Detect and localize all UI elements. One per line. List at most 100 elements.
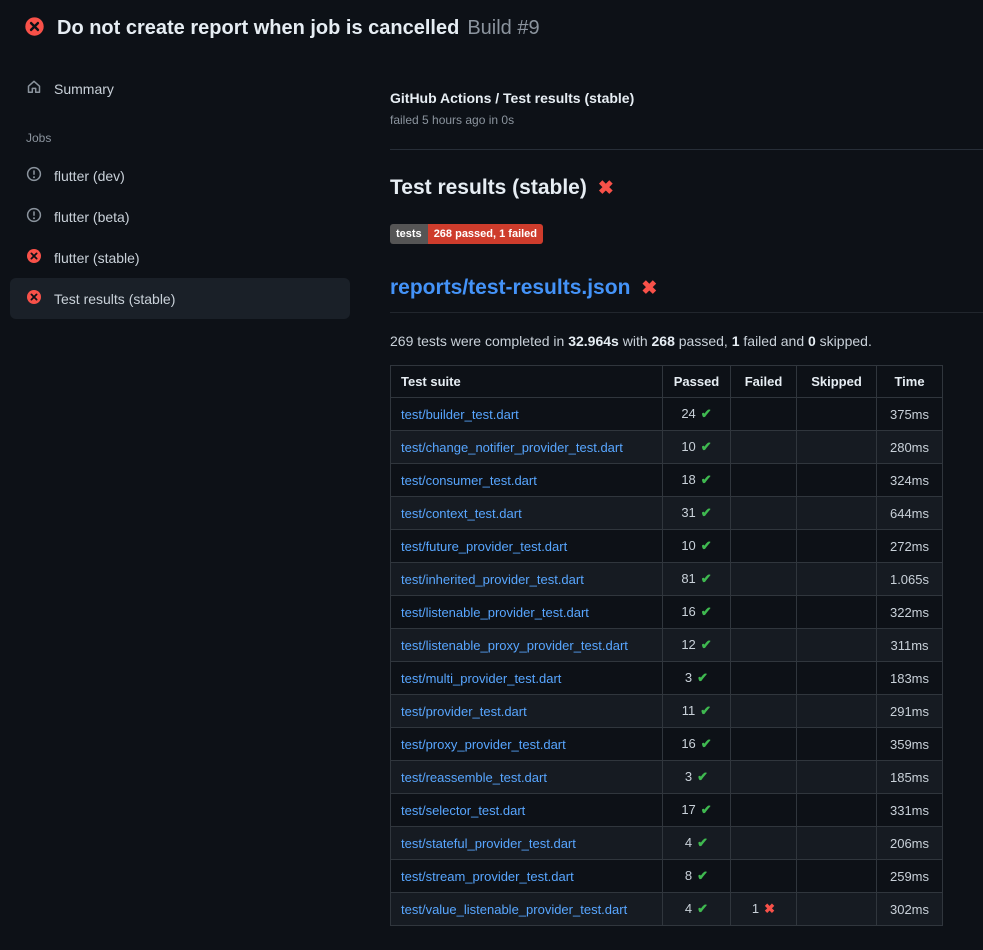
sidebar-job-label: flutter (beta) (54, 209, 129, 225)
time-cell: 280ms (877, 431, 943, 464)
sidebar-job-label: flutter (stable) (54, 250, 140, 266)
sidebar-item-flutter-beta[interactable]: flutter (beta) (10, 196, 350, 237)
time-cell: 302ms (877, 893, 943, 926)
time-cell: 324ms (877, 464, 943, 497)
test-suite-link[interactable]: test/proxy_provider_test.dart (401, 737, 566, 752)
suite-cell: test/consumer_test.dart (391, 464, 663, 497)
suite-cell: test/change_notifier_provider_test.dart (391, 431, 663, 464)
test-suite-link[interactable]: test/future_provider_test.dart (401, 539, 567, 554)
section-title: Test results (stable) ✖ (390, 176, 983, 200)
count-value: 4 (685, 901, 692, 916)
sidebar-job-label: Test results (stable) (54, 291, 175, 307)
failed-cell (731, 794, 797, 827)
passed-cell: 8✔ (663, 860, 731, 893)
summary-duration: 32.964s (568, 333, 619, 349)
check-icon: ✔ (701, 472, 712, 487)
table-row: test/stream_provider_test.dart 8✔ 259ms (391, 860, 943, 893)
time-cell: 359ms (877, 728, 943, 761)
failed-cell (731, 662, 797, 695)
time-cell: 185ms (877, 761, 943, 794)
test-suite-link[interactable]: test/provider_test.dart (401, 704, 527, 719)
table-row: test/provider_test.dart11✔291ms (391, 695, 943, 728)
passed-cell: 12✔ (663, 629, 731, 662)
suite-cell: test/context_test.dart (391, 497, 663, 530)
test-suite-link[interactable]: test/selector_test.dart (401, 803, 525, 818)
sidebar-item-flutter-dev[interactable]: flutter (dev) (10, 155, 350, 196)
test-suite-link[interactable]: test/multi_provider_test.dart (401, 671, 561, 686)
test-suite-link[interactable]: test/stream_provider_test.dart (401, 869, 574, 884)
suite-cell: test/selector_test.dart (391, 794, 663, 827)
sidebar-item-summary[interactable]: Summary (10, 68, 350, 109)
count-value: 16 (681, 736, 695, 751)
count-value: 17 (681, 802, 695, 817)
table-row: test/change_notifier_provider_test.dart 1… (391, 431, 943, 464)
column-header-test-suite: Test suite (391, 366, 663, 398)
suite-cell: test/listenable_proxy_provider_test.dart (391, 629, 663, 662)
table-row: test/stateful_provider_test.dart4✔206ms (391, 827, 943, 860)
failed-cell (731, 695, 797, 728)
check-icon: ✔ (697, 670, 708, 685)
skipped-cell (797, 398, 877, 431)
sidebar-item-test-results-stable[interactable]: Test results (stable) (10, 278, 350, 319)
passed-cell: 31✔ (663, 497, 731, 530)
passed-cell: 3✔ (663, 761, 731, 794)
summary-mid2: passed, (675, 333, 732, 349)
passed-cell: 4✔ (663, 893, 731, 926)
failed-cell (731, 860, 797, 893)
exclamation-circle-icon (26, 207, 42, 226)
passed-cell: 11 ✔ (663, 695, 731, 728)
count-value: 10 (681, 439, 695, 454)
sidebar-item-flutter-stable[interactable]: flutter (stable) (10, 237, 350, 278)
suite-cell: test/future_provider_test.dart (391, 530, 663, 563)
skipped-cell (797, 431, 877, 464)
results-table: Test suite Passed Failed Skipped Time te… (390, 365, 943, 926)
report-link[interactable]: reports/test-results.json (390, 276, 630, 300)
test-suite-link[interactable]: test/inherited_provider_test.dart (401, 572, 584, 587)
table-row: test/reassemble_test.dart 3✔ 185ms (391, 761, 943, 794)
test-suite-link[interactable]: test/stateful_provider_test.dart (401, 836, 576, 851)
count-value: 31 (681, 505, 695, 520)
summary-prefix: 269 tests were completed in (390, 333, 568, 349)
test-suite-link[interactable]: test/context_test.dart (401, 506, 522, 521)
status-line: failed 5 hours ago in 0s (390, 113, 983, 127)
time-cell: 259ms (877, 860, 943, 893)
check-icon: ✔ (700, 703, 711, 718)
table-row: test/proxy_provider_test.dart 16 ✔ 359ms (391, 728, 943, 761)
header: Do not create report when job is cancell… (0, 0, 983, 50)
test-suite-link[interactable]: test/consumer_test.dart (401, 473, 537, 488)
suite-cell: test/listenable_provider_test.dart (391, 596, 663, 629)
time-cell: 183ms (877, 662, 943, 695)
time-cell: 322ms (877, 596, 943, 629)
suite-cell: test/proxy_provider_test.dart (391, 728, 663, 761)
failed-cell (731, 596, 797, 629)
skipped-cell (797, 464, 877, 497)
count-value: 11 (682, 703, 696, 718)
time-cell: 644ms (877, 497, 943, 530)
test-suite-link[interactable]: test/value_listenable_provider_test.dart (401, 902, 627, 917)
count-value: 18 (681, 472, 695, 487)
passed-cell: 16✔ (663, 596, 731, 629)
passed-cell: 10✔ (663, 530, 731, 563)
failed-cell (731, 530, 797, 563)
test-suite-link[interactable]: test/reassemble_test.dart (401, 770, 547, 785)
sidebar-summary-label: Summary (54, 81, 114, 97)
failed-cell (731, 563, 797, 596)
count-value: 1 (752, 901, 759, 916)
check-icon: ✔ (701, 736, 712, 751)
summary-passed-count: 268 (652, 333, 675, 349)
suite-cell: test/builder_test.dart (391, 398, 663, 431)
test-suite-link[interactable]: test/change_notifier_provider_test.dart (401, 440, 623, 455)
test-suite-link[interactable]: test/builder_test.dart (401, 407, 519, 422)
table-row: test/future_provider_test.dart10✔272ms (391, 530, 943, 563)
skipped-cell (797, 860, 877, 893)
count-value: 81 (681, 571, 695, 586)
tests-badge: tests 268 passed, 1 failed (390, 224, 543, 244)
app-root: Do not create report when job is cancell… (0, 0, 983, 926)
suite-cell: test/multi_provider_test.dart (391, 662, 663, 695)
test-suite-link[interactable]: test/listenable_proxy_provider_test.dart (401, 638, 628, 653)
skipped-cell (797, 761, 877, 794)
summary-suffix: skipped. (816, 333, 872, 349)
sidebar-job-label: flutter (dev) (54, 168, 125, 184)
count-value: 3 (685, 670, 692, 685)
test-suite-link[interactable]: test/listenable_provider_test.dart (401, 605, 589, 620)
